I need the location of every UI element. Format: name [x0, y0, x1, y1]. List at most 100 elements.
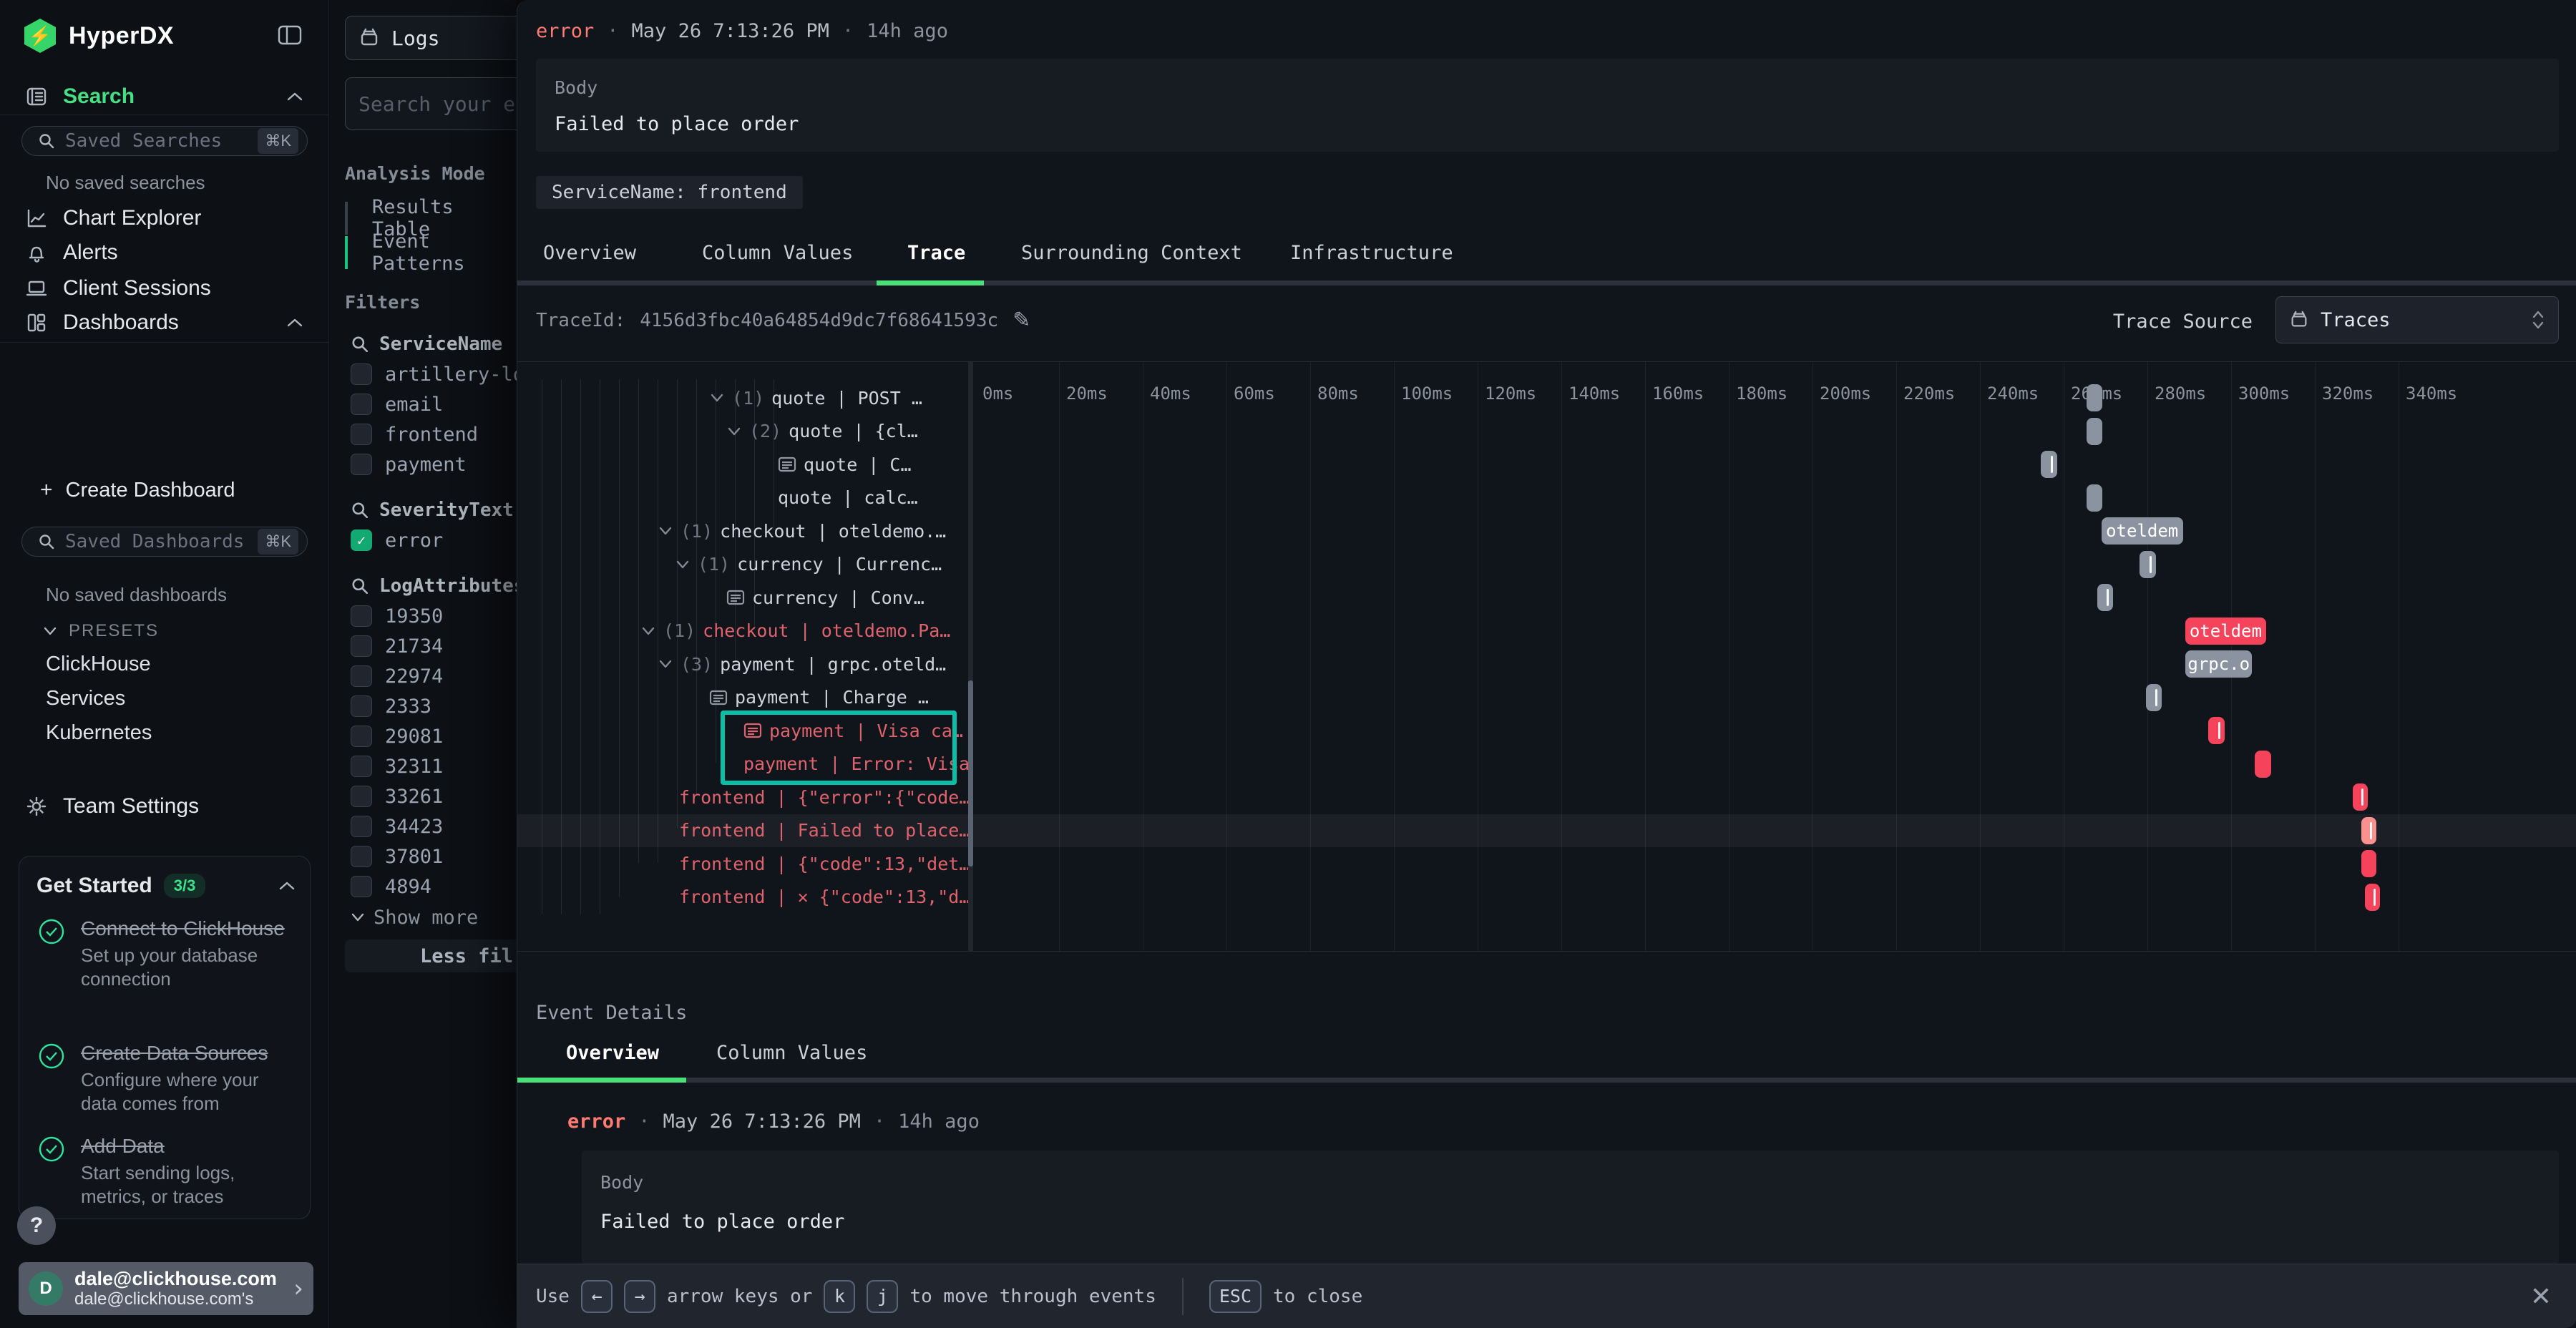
- checkbox[interactable]: [351, 665, 372, 687]
- trace-span-row[interactable]: (1)quote | POST …: [709, 381, 922, 414]
- checkbox[interactable]: [351, 363, 372, 385]
- filter-option-label: frontend: [385, 424, 478, 446]
- saved-searches-input[interactable]: Saved Searches ⌘K: [21, 126, 308, 156]
- get-started-item[interactable]: Connect to ClickHouse Set up your databa…: [36, 917, 298, 991]
- preset-services[interactable]: Services: [46, 687, 125, 711]
- span-duration-bar[interactable]: oteldem: [2102, 517, 2183, 545]
- checkbox[interactable]: [351, 454, 372, 475]
- span-duration-bar[interactable]: [2087, 484, 2102, 512]
- tab-infrastructure[interactable]: Infrastructure: [1290, 242, 1453, 264]
- tab-column-values[interactable]: Column Values: [702, 242, 853, 264]
- checkbox[interactable]: [351, 816, 372, 837]
- trace-span-row[interactable]: frontend | {"code":13,"det…: [672, 847, 968, 880]
- filter-option[interactable]: 4894: [351, 872, 517, 902]
- collapse-sidebar-icon[interactable]: [278, 24, 302, 46]
- span-duration-bar[interactable]: [2255, 751, 2270, 778]
- trace-span-row[interactable]: quote | C…: [778, 448, 912, 481]
- checkbox[interactable]: [351, 876, 372, 897]
- trace-span-row[interactable]: (1)checkout | oteldemo.…: [658, 514, 946, 547]
- trace-span-row[interactable]: (3)payment | grpc.oteld…: [658, 648, 946, 680]
- span-duration-bar[interactable]: [2365, 884, 2380, 911]
- help-button[interactable]: ?: [17, 1206, 56, 1245]
- sidebar-item-alerts[interactable]: Alerts: [26, 236, 303, 269]
- filter-option[interactable]: 33261: [351, 781, 517, 811]
- checkbox[interactable]: [351, 394, 372, 415]
- preset-clickhouse[interactable]: ClickHouse: [46, 653, 151, 676]
- event-search-input[interactable]: Search your ev: [345, 77, 517, 130]
- filter-option[interactable]: ✓error: [351, 525, 517, 555]
- filter-option[interactable]: 34423: [351, 811, 517, 841]
- filter-option[interactable]: artillery-loa: [351, 359, 517, 389]
- filter-option[interactable]: 2333: [351, 691, 517, 721]
- trace-span-row[interactable]: (1)currency | Currenc…: [675, 548, 942, 581]
- show-more-button[interactable]: Show more: [351, 902, 517, 933]
- source-select-button[interactable]: Logs: [345, 16, 517, 60]
- less-filters-button[interactable]: Less fil: [345, 939, 517, 972]
- trace-source-select[interactable]: Traces: [2275, 296, 2559, 343]
- trace-span-row[interactable]: (2)quote | {cl…: [726, 415, 918, 448]
- tab-ed-column-values[interactable]: Column Values: [716, 1042, 867, 1064]
- sidebar-item-search[interactable]: Search: [26, 80, 303, 113]
- span-duration-bar[interactable]: [2087, 418, 2102, 445]
- span-duration-bar[interactable]: [2353, 783, 2368, 811]
- get-started-item[interactable]: Create Data Sources Configure where your…: [36, 1041, 298, 1115]
- checkbox[interactable]: [351, 726, 372, 747]
- span-duration-bar[interactable]: [2140, 551, 2155, 578]
- chevron-up-icon[interactable]: [278, 880, 296, 892]
- checkbox[interactable]: [351, 786, 372, 807]
- filter-option[interactable]: 29081: [351, 721, 517, 751]
- get-started-item[interactable]: Add Data Start sending logs, metrics, or…: [36, 1134, 298, 1209]
- close-icon[interactable]: ✕: [2530, 1282, 2552, 1312]
- edit-icon[interactable]: ✎: [1013, 308, 1030, 333]
- span-duration-bar[interactable]: [2087, 384, 2102, 411]
- sidebar-item-label: Search: [63, 84, 135, 109]
- filter-option[interactable]: email: [351, 389, 517, 419]
- tab-trace[interactable]: Trace: [907, 242, 965, 264]
- trace-span-row[interactable]: quote | calc…: [778, 482, 918, 514]
- checkbox[interactable]: [351, 756, 372, 777]
- sidebar-item-dashboards[interactable]: Dashboards: [26, 306, 303, 339]
- trace-span-row[interactable]: (1)checkout | oteldemo.Pa…: [640, 615, 950, 648]
- mode-event-patterns[interactable]: Event Patterns: [345, 236, 517, 269]
- trace-span-row[interactable]: payment | Charge …: [709, 681, 929, 714]
- filter-option[interactable]: frontend: [351, 419, 517, 449]
- filter-option[interactable]: 32311: [351, 751, 517, 781]
- sidebar-item-chart-explorer[interactable]: Chart Explorer: [26, 202, 303, 235]
- filter-option-label: 33261: [385, 786, 443, 808]
- span-duration-bar[interactable]: [2361, 850, 2376, 877]
- checkbox[interactable]: [351, 424, 372, 445]
- span-duration-bar[interactable]: [2361, 817, 2376, 844]
- filter-option[interactable]: payment: [351, 449, 517, 479]
- span-duration-bar[interactable]: [2097, 584, 2113, 611]
- filter-option[interactable]: 22974: [351, 661, 517, 691]
- service-name-chip[interactable]: ServiceName: frontend: [536, 176, 803, 209]
- span-duration-bar[interactable]: [2041, 451, 2057, 478]
- checkbox[interactable]: [351, 605, 372, 627]
- trace-span-row[interactable]: frontend | {"error":{"code…: [672, 781, 968, 814]
- filter-option[interactable]: 37801: [351, 841, 517, 872]
- sidebar-item-client-sessions[interactable]: Client Sessions: [26, 272, 303, 305]
- preset-kubernetes[interactable]: Kubernetes: [46, 721, 152, 745]
- tab-overview[interactable]: Overview: [543, 242, 636, 264]
- saved-dashboards-input[interactable]: Saved Dashboards ⌘K: [21, 527, 308, 557]
- span-duration-bar[interactable]: [2146, 684, 2162, 711]
- span-duration-bar[interactable]: [2208, 717, 2224, 744]
- span-duration-bar[interactable]: oteldem: [2185, 617, 2265, 645]
- scrollbar-thumb[interactable]: [968, 680, 973, 866]
- create-dashboard-button[interactable]: + Create Dashboard: [40, 474, 312, 507]
- presets-toggle[interactable]: PRESETS: [43, 621, 159, 641]
- sidebar-item-team-settings[interactable]: Team Settings: [26, 790, 303, 823]
- checkbox-checked[interactable]: ✓: [351, 529, 372, 551]
- span-duration-bar[interactable]: grpc.o: [2185, 650, 2252, 678]
- trace-span-row[interactable]: frontend | ✕ {"code":13,"d…: [672, 881, 968, 914]
- tab-ed-overview[interactable]: Overview: [566, 1042, 659, 1064]
- trace-span-row[interactable]: frontend | Failed to place…: [672, 814, 968, 847]
- trace-span-row[interactable]: currency | Conv…: [726, 581, 924, 614]
- user-menu[interactable]: D dale@clickhouse.com dale@clickhouse.co…: [19, 1262, 313, 1315]
- filter-option[interactable]: 21734: [351, 631, 517, 661]
- checkbox[interactable]: [351, 635, 372, 657]
- tab-surrounding-context[interactable]: Surrounding Context: [1021, 242, 1242, 264]
- checkbox[interactable]: [351, 695, 372, 717]
- filter-option[interactable]: 19350: [351, 601, 517, 631]
- checkbox[interactable]: [351, 846, 372, 867]
